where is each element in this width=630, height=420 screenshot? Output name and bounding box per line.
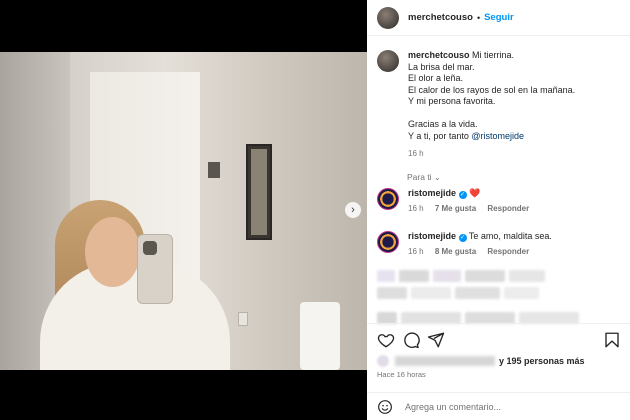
share-icon[interactable] (427, 331, 445, 349)
post-sidebar: merchetcouso • Seguir merchetcouso Mi ti… (367, 0, 630, 420)
separator: • (476, 12, 481, 23)
instagram-post-modal: › merchetcouso • Seguir merchetcouso Mi … (0, 0, 630, 420)
caption-line: La brisa del mar. (408, 61, 475, 72)
comment-filter-dropdown[interactable]: Para ti ⌄ (407, 172, 441, 182)
comment-icon[interactable] (402, 331, 420, 349)
redacted-comment (377, 287, 622, 299)
comment-likes[interactable]: 7 Me gusta (435, 204, 476, 213)
caption-line: Y a ti, por tanto (408, 130, 472, 141)
comment-input[interactable]: Agrega un comentario... (405, 402, 501, 412)
likes-summary[interactable]: y 195 personas más (377, 355, 585, 367)
bookmark-icon[interactable] (603, 331, 621, 349)
avatar[interactable] (377, 6, 399, 29)
caption-line: Gracias a la vida. (408, 119, 478, 129)
follow-button[interactable]: Seguir (484, 12, 514, 23)
wall-picture (246, 144, 272, 240)
chevron-down-icon: ⌄ (433, 173, 441, 182)
heart-icon[interactable] (377, 331, 395, 349)
filter-label: Para ti (407, 172, 432, 182)
comment-text: ❤️ (469, 188, 481, 198)
likes-count[interactable]: y 195 personas más (499, 356, 585, 366)
caption-timestamp[interactable]: 16 h (408, 148, 575, 160)
comment-username[interactable]: ristomejide (408, 188, 456, 198)
verified-badge-icon: ✓ (458, 234, 467, 242)
comment-time[interactable]: 16 h (408, 247, 424, 256)
post-media-area: › (0, 0, 367, 420)
emoji-icon[interactable] (377, 399, 393, 415)
reply-button[interactable]: Responder (487, 247, 529, 256)
caption-username[interactable]: merchetcouso (408, 50, 470, 60)
comment-item: ristomejide ✓ Te amo, maldita sea. 16 h … (377, 231, 622, 256)
mention-link[interactable]: @ristomejide (471, 131, 524, 141)
post-username[interactable]: merchetcouso (408, 12, 473, 23)
post-actions-bar (367, 323, 630, 353)
comment-text: Te amo, maldita sea. (468, 231, 552, 241)
caption-line: El olor a leña. (408, 73, 464, 83)
verified-badge-icon: ✓ (458, 191, 467, 199)
chevron-right-icon[interactable]: › (345, 202, 361, 218)
comment-likes[interactable]: 8 Me gusta (435, 247, 476, 256)
caption-line: El calor de los rayos de sol en la mañan… (408, 84, 576, 95)
avatar (377, 355, 389, 367)
caption-line: Y mi persona favorita. (408, 96, 496, 106)
avatar[interactable] (377, 231, 399, 253)
comment-item: ristomejide ✓ ❤️ 16 h 7 Me gusta Respond… (377, 188, 622, 213)
caption-first-line: Mi tierrina. (472, 50, 515, 60)
reply-button[interactable]: Responder (487, 204, 529, 213)
comment-time[interactable]: 16 h (408, 204, 424, 213)
comment-username[interactable]: ristomejide (408, 231, 456, 241)
phone-in-hand (137, 234, 173, 304)
avatar[interactable] (377, 50, 399, 72)
post-header: merchetcouso • Seguir (367, 0, 630, 36)
post-caption: merchetcouso Mi tierrina. La brisa del m… (377, 50, 622, 160)
post-photo (0, 52, 367, 370)
redacted-comment (377, 270, 622, 282)
post-time-ago[interactable]: Hace 16 horas (377, 370, 426, 379)
avatar[interactable] (377, 188, 399, 210)
add-comment-bar: Agrega un comentario... (367, 392, 630, 420)
